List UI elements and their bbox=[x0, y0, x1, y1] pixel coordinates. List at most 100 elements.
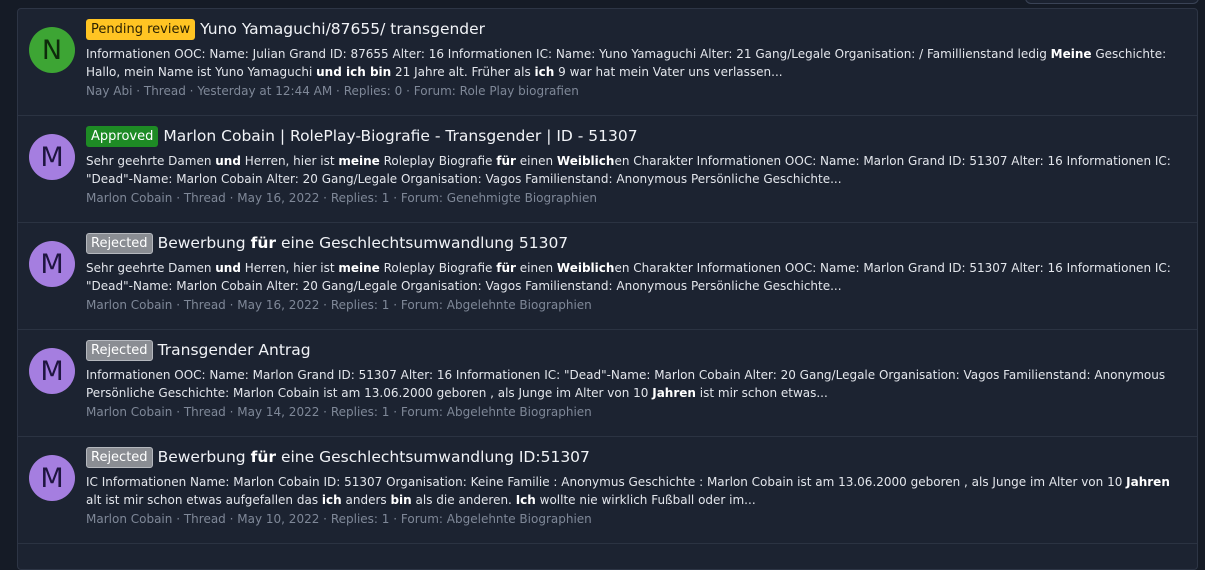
forum-link[interactable]: Forum: Abgelehnte Biographien bbox=[401, 298, 592, 312]
meta-separator: · bbox=[393, 191, 401, 205]
result-meta: Nay Abi · Thread · Yesterday at 12:44 AM… bbox=[86, 84, 1189, 98]
meta-separator: · bbox=[323, 512, 331, 526]
snippet-highlight: meine bbox=[338, 261, 380, 275]
reply-count: Replies: 1 bbox=[330, 191, 390, 205]
result-title-line: Approved Marlon Cobain | RolePlay-Biogra… bbox=[86, 124, 1189, 148]
forum-link[interactable]: Forum: Abgelehnte Biographien bbox=[401, 405, 592, 419]
snippet-text: einen bbox=[515, 261, 557, 275]
snippet-text: Sehr geehrte Damen bbox=[86, 261, 216, 275]
status-badge: Pending review bbox=[86, 18, 196, 40]
snippet-highlight: für bbox=[496, 154, 516, 168]
meta-separator: · bbox=[393, 405, 401, 419]
meta-separator: · bbox=[336, 84, 344, 98]
content-type: Thread bbox=[143, 84, 186, 98]
result-snippet: Sehr geehrte Damen und Herren, hier ist … bbox=[86, 152, 1189, 188]
snippet-text: Roleplay Biografie bbox=[379, 261, 497, 275]
snippet-text: Informationen OOC: Name: Marlon Grand ID… bbox=[86, 368, 1166, 400]
meta-separator: · bbox=[176, 191, 184, 205]
meta-separator: · bbox=[176, 405, 184, 419]
snippet-highlight: Weiblich bbox=[556, 154, 615, 168]
avatar[interactable]: N bbox=[29, 27, 75, 73]
post-date: May 16, 2022 bbox=[237, 191, 320, 205]
reply-count: Replies: 1 bbox=[330, 512, 390, 526]
result-body: Approved Marlon Cobain | RolePlay-Biogra… bbox=[86, 124, 1189, 205]
forum-link[interactable]: Forum: Genehmigte Biographien bbox=[401, 191, 597, 205]
result-body: Pending review Yuno Yamaguchi/87655/ tra… bbox=[86, 17, 1189, 98]
title-text: Transgender Antrag bbox=[157, 341, 311, 359]
snippet-text: Herren, hier ist bbox=[240, 154, 339, 168]
forum-link[interactable]: Forum: Abgelehnte Biographien bbox=[401, 512, 592, 526]
result-meta: Marlon Cobain · Thread · May 16, 2022 · … bbox=[86, 298, 1189, 312]
avatar[interactable]: M bbox=[29, 348, 75, 394]
result-snippet: Sehr geehrte Damen und Herren, hier ist … bbox=[86, 259, 1189, 295]
forum-link[interactable]: Forum: Role Play biografien bbox=[414, 84, 579, 98]
content-type: Thread bbox=[183, 512, 226, 526]
search-result-row: M Rejected Bewerbung für eine Geschlecht… bbox=[18, 223, 1197, 330]
meta-separator: · bbox=[176, 298, 184, 312]
search-result-row: M Rejected Transgender Antrag Informatio… bbox=[18, 330, 1197, 437]
snippet-text: wollte nie wirklich Fußball oder im... bbox=[535, 493, 756, 507]
search-box-edge[interactable] bbox=[1025, 0, 1199, 4]
reply-count: Replies: 1 bbox=[330, 298, 390, 312]
result-snippet: IC Informationen Name: Marlon Cobain ID:… bbox=[86, 473, 1189, 509]
author-link[interactable]: Marlon Cobain bbox=[86, 512, 172, 526]
avatar[interactable]: M bbox=[29, 455, 75, 501]
snippet-highlight: und ich bin bbox=[316, 65, 392, 79]
status-badge: Rejected bbox=[86, 339, 153, 361]
snippet-text: Sehr geehrte Damen bbox=[86, 154, 216, 168]
title-text: Bewerbung bbox=[157, 234, 251, 252]
meta-separator: · bbox=[406, 84, 414, 98]
avatar[interactable]: M bbox=[29, 241, 75, 287]
result-title-link[interactable]: Bewerbung für eine Geschlechtsumwandlung… bbox=[158, 234, 569, 252]
result-snippet: Informationen OOC: Name: Marlon Grand ID… bbox=[86, 366, 1189, 402]
content-type: Thread bbox=[183, 298, 226, 312]
meta-separator: · bbox=[176, 512, 184, 526]
status-badge: Rejected bbox=[86, 446, 153, 468]
title-text: Bewerbung bbox=[157, 448, 251, 466]
avatar[interactable]: M bbox=[29, 134, 75, 180]
snippet-highlight: Weiblich bbox=[556, 261, 615, 275]
post-date: May 14, 2022 bbox=[237, 405, 320, 419]
snippet-text: als die anderen. bbox=[411, 493, 516, 507]
search-result-row: M Approved Marlon Cobain | RolePlay-Biog… bbox=[18, 116, 1197, 223]
author-link[interactable]: Nay Abi bbox=[86, 84, 132, 98]
snippet-text: 9 war hat mein Vater uns verlassen... bbox=[554, 65, 783, 79]
result-title-link[interactable]: Bewerbung für eine Geschlechtsumwandlung… bbox=[158, 448, 590, 466]
title-highlight: für bbox=[250, 234, 277, 252]
search-result-row: N Pending review Yuno Yamaguchi/87655/ t… bbox=[18, 9, 1197, 116]
result-meta: Marlon Cobain · Thread · May 10, 2022 · … bbox=[86, 512, 1189, 526]
result-body: Rejected Transgender Antrag Informatione… bbox=[86, 338, 1189, 419]
search-results-list: N Pending review Yuno Yamaguchi/87655/ t… bbox=[17, 8, 1198, 570]
snippet-text: Roleplay Biografie bbox=[379, 154, 497, 168]
snippet-highlight: Jahren bbox=[652, 386, 696, 400]
title-text: Yuno Yamaguchi/87655/ transgender bbox=[200, 20, 486, 38]
snippet-highlight: bin bbox=[390, 493, 412, 507]
author-link[interactable]: Marlon Cobain bbox=[86, 191, 172, 205]
snippet-highlight: für bbox=[496, 261, 516, 275]
snippet-text: einen bbox=[515, 154, 557, 168]
status-badge: Approved bbox=[86, 125, 159, 147]
result-title-link[interactable]: Yuno Yamaguchi/87655/ transgender bbox=[200, 20, 485, 38]
snippet-highlight: Jahren bbox=[1126, 475, 1170, 489]
snippet-text: alt ist mir schon etwas aufgefallen das bbox=[86, 493, 322, 507]
meta-separator: · bbox=[136, 84, 144, 98]
result-title-link[interactable]: Transgender Antrag bbox=[158, 341, 311, 359]
title-highlight: für bbox=[250, 448, 277, 466]
snippet-highlight: und bbox=[215, 154, 241, 168]
title-text: eine Geschlechtsumwandlung 51307 bbox=[276, 234, 569, 252]
meta-separator: · bbox=[323, 298, 331, 312]
author-link[interactable]: Marlon Cobain bbox=[86, 405, 172, 419]
result-title-line: Rejected Bewerbung für eine Geschlechtsu… bbox=[86, 231, 1189, 255]
snippet-text: Informationen OOC: Name: Julian Grand ID… bbox=[86, 47, 1051, 61]
result-title-link[interactable]: Marlon Cobain | RolePlay-Biografie - Tra… bbox=[163, 127, 637, 145]
result-title-line: Rejected Transgender Antrag bbox=[86, 338, 1189, 362]
post-date: May 10, 2022 bbox=[237, 512, 320, 526]
snippet-highlight: Meine bbox=[1050, 47, 1092, 61]
result-title-line: Pending review Yuno Yamaguchi/87655/ tra… bbox=[86, 17, 1189, 41]
snippet-highlight: meine bbox=[338, 154, 380, 168]
result-meta: Marlon Cobain · Thread · May 14, 2022 · … bbox=[86, 405, 1189, 419]
reply-count: Replies: 1 bbox=[330, 405, 390, 419]
author-link[interactable]: Marlon Cobain bbox=[86, 298, 172, 312]
snippet-text: anders bbox=[341, 493, 391, 507]
content-type: Thread bbox=[183, 191, 226, 205]
